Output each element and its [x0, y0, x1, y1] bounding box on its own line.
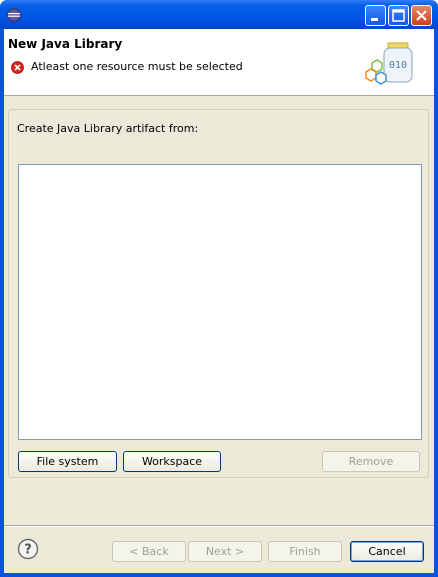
finish-button[interactable]: Finish — [268, 541, 342, 562]
artifact-source-group: Create Java Library artifact from: File … — [8, 109, 429, 478]
page-title: New Java Library — [8, 37, 123, 51]
maximize-icon — [392, 9, 405, 22]
footer-separator — [4, 525, 434, 527]
next-button[interactable]: Next > — [188, 541, 262, 562]
back-button[interactable]: < Back — [112, 541, 186, 562]
minimize-button[interactable] — [365, 5, 386, 26]
group-label: Create Java Library artifact from: — [17, 122, 199, 135]
svg-text:?: ? — [24, 543, 32, 558]
eclipse-icon — [7, 8, 21, 22]
remove-button[interactable]: Remove — [322, 451, 420, 472]
title-bar[interactable] — [0, 0, 438, 29]
svg-text:010: 010 — [389, 60, 407, 71]
close-icon — [416, 10, 427, 21]
close-button[interactable] — [411, 5, 432, 26]
workspace-button[interactable]: Workspace — [123, 451, 221, 472]
error-message: Atleast one resource must be selected — [31, 60, 243, 73]
resource-list[interactable] — [18, 164, 422, 440]
dialog-window: New Java Library Atleast one resource mu… — [0, 0, 438, 577]
maximize-button[interactable] — [388, 5, 409, 26]
help-icon[interactable]: ? — [17, 538, 39, 560]
cancel-button[interactable]: Cancel — [350, 541, 424, 562]
file-system-button[interactable]: File system — [18, 451, 117, 472]
error-icon — [11, 61, 24, 74]
dialog-client-area: New Java Library Atleast one resource mu… — [4, 29, 434, 573]
java-library-jar-icon: 010 — [365, 42, 413, 85]
minimize-icon — [371, 18, 378, 21]
wizard-banner: New Java Library Atleast one resource mu… — [4, 29, 434, 96]
